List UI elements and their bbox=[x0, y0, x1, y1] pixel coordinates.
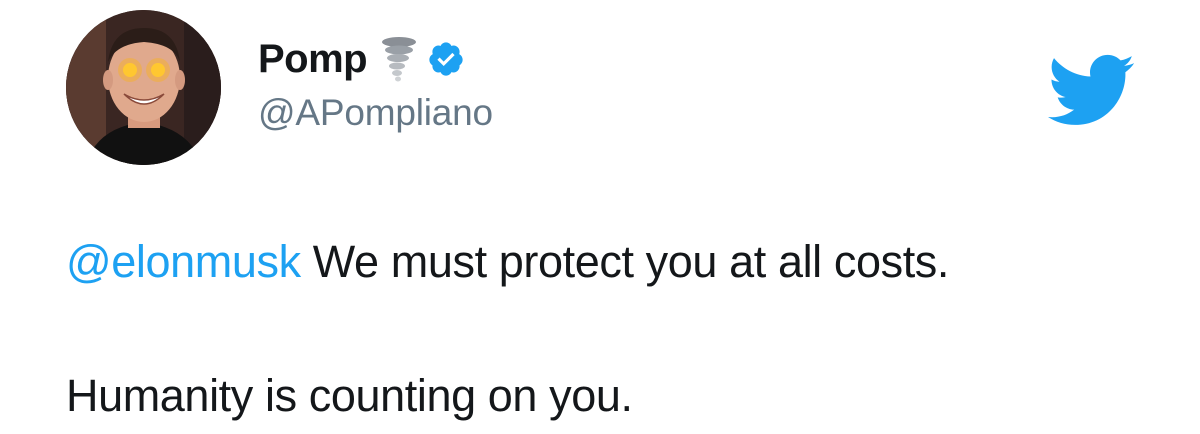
tweet-text-line-1: @elonmusk We must protect you at all cos… bbox=[66, 236, 949, 288]
avatar-photo bbox=[66, 10, 221, 165]
display-name[interactable]: Pomp bbox=[258, 37, 368, 82]
tweet-text-line-2: Humanity is counting on you. bbox=[66, 370, 633, 421]
verified-badge-icon bbox=[427, 40, 465, 78]
mention-link[interactable]: @elonmusk bbox=[66, 236, 301, 287]
tornado-icon bbox=[381, 36, 417, 82]
avatar[interactable] bbox=[66, 10, 221, 165]
tweet-text-1: We must protect you at all costs. bbox=[312, 236, 950, 287]
tweet-card: Pomp @APompliano @elonmusk We must prote… bbox=[0, 0, 1200, 434]
tweet-header: Pomp @APompliano bbox=[258, 32, 493, 134]
twitter-bird-icon[interactable] bbox=[1044, 52, 1136, 126]
name-row: Pomp bbox=[258, 32, 493, 86]
user-handle[interactable]: @APompliano bbox=[258, 92, 493, 134]
